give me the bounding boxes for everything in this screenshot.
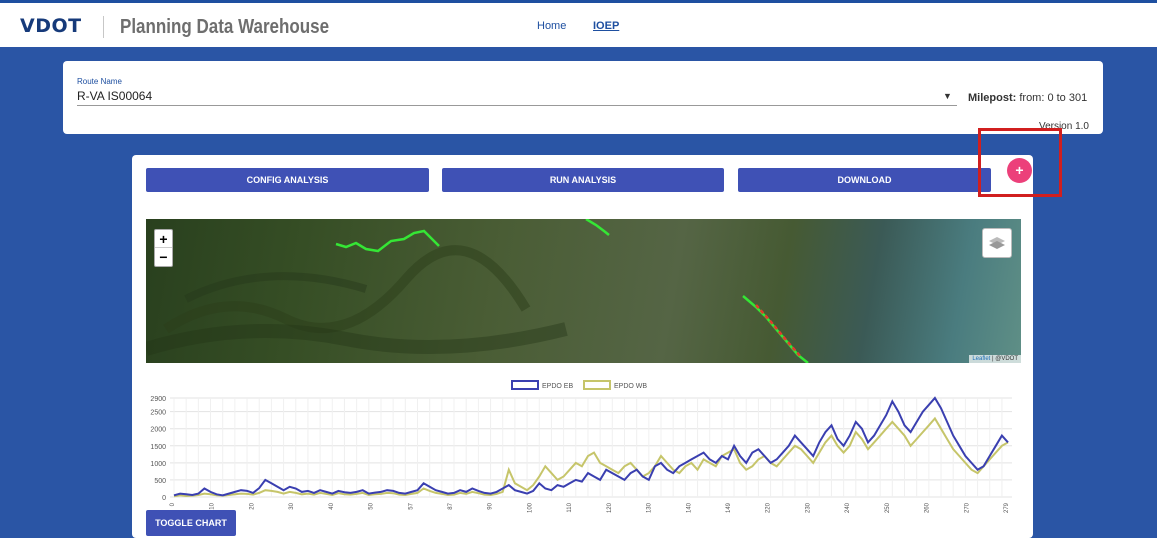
zoom-in-button[interactable]: +: [155, 230, 172, 248]
nav-ioep-link[interactable]: IOEP: [593, 20, 619, 32]
map-overlay: [146, 219, 809, 363]
x-tick-label: 50: [369, 502, 375, 509]
run-analysis-button[interactable]: RUN ANALYSIS: [442, 168, 724, 192]
route-map[interactable]: + − Leaflet | @VDOT: [146, 219, 1021, 363]
config-analysis-button[interactable]: CONFIG ANALYSIS: [146, 168, 429, 192]
x-tick-label: 0: [170, 502, 176, 506]
analysis-card: CONFIG ANALYSIS RUN ANALYSIS DOWNLOAD + …: [132, 155, 1033, 538]
app-title: Planning Data Warehouse: [120, 16, 330, 38]
nav-home-link[interactable]: Home: [537, 20, 566, 32]
attribution-text: | @VDOT: [992, 356, 1018, 362]
x-tick-label: 250: [885, 502, 891, 513]
layers-button[interactable]: [982, 228, 1012, 258]
header-separator: [103, 16, 104, 38]
map-attribution: Leaflet | @VDOT: [969, 355, 1021, 363]
x-tick-label: 100: [527, 502, 533, 513]
x-tick-label: 149: [726, 502, 732, 513]
route-select-underline: [77, 105, 957, 106]
x-tick-label: 30: [289, 502, 295, 509]
x-tick-label: 57: [408, 502, 414, 509]
route-name-label: Route Name: [77, 77, 122, 86]
y-tick-label: 2900: [150, 396, 166, 403]
y-tick-label: 500: [154, 478, 166, 485]
x-tick-label: 130: [647, 502, 653, 513]
zoom-out-button[interactable]: −: [155, 248, 172, 266]
x-tick-label: 87: [448, 502, 454, 509]
vdot-logo[interactable]: VDOT: [20, 15, 82, 37]
map-zoom-control: + −: [154, 229, 173, 267]
x-tick-label: 120: [607, 502, 613, 513]
x-tick-label: 40: [329, 502, 335, 509]
x-tick-label: 220: [766, 502, 772, 513]
x-tick-label: 10: [210, 502, 216, 509]
y-tick-label: 0: [162, 495, 166, 502]
x-tick-label: 20: [249, 502, 255, 509]
x-tick-label: 270: [964, 502, 970, 513]
x-tick-label: 110: [567, 502, 573, 512]
x-tick-label: 90: [488, 502, 494, 509]
y-tick-label: 2500: [150, 410, 166, 417]
top-navbar: VDOT Planning Data Warehouse Home IOEP: [0, 0, 1157, 47]
route-segment-1: [335, 229, 440, 253]
milepost-label: Milepost:: [968, 92, 1017, 104]
x-tick-label: 260: [925, 502, 931, 513]
x-tick-label: 240: [845, 502, 851, 513]
route-segment-2: [585, 219, 610, 236]
x-tick-label: 140: [686, 502, 692, 513]
legend-swatch: [583, 380, 611, 390]
download-button[interactable]: DOWNLOAD: [738, 168, 991, 192]
milepost-value: from: 0 to 301: [1019, 92, 1088, 104]
y-tick-label: 2000: [150, 427, 166, 434]
series-line-epdo-wb: [173, 416, 1009, 498]
legend-label: EPDO WB: [614, 383, 647, 390]
route-selector-card: Route Name R-VA IS00064 ▼ Milepost: from…: [63, 61, 1103, 134]
toggle-chart-button[interactable]: TOGGLE CHART: [146, 510, 236, 536]
y-tick-label: 1000: [150, 461, 166, 468]
annotation-highlight-box: [978, 128, 1062, 197]
epdo-chart: 0 500 1000 1500 2000 2500 2900 0 10 20 30 40 50 57 87 9…: [150, 380, 1012, 513]
series-line-epdo-eb: [173, 396, 1009, 497]
legend-swatch: [511, 380, 539, 390]
route-name-select[interactable]: R-VA IS00064: [77, 89, 152, 103]
x-tick-label: 279: [1004, 502, 1010, 513]
x-tick-label: 230: [805, 502, 811, 513]
layers-icon: [989, 237, 1005, 249]
chevron-down-icon[interactable]: ▼: [943, 91, 952, 101]
leaflet-link[interactable]: Leaflet: [972, 356, 990, 362]
legend-label: EPDO EB: [542, 383, 573, 390]
milepost-info: Milepost: from: 0 to 301: [968, 92, 1087, 104]
y-tick-label: 1500: [150, 444, 166, 451]
